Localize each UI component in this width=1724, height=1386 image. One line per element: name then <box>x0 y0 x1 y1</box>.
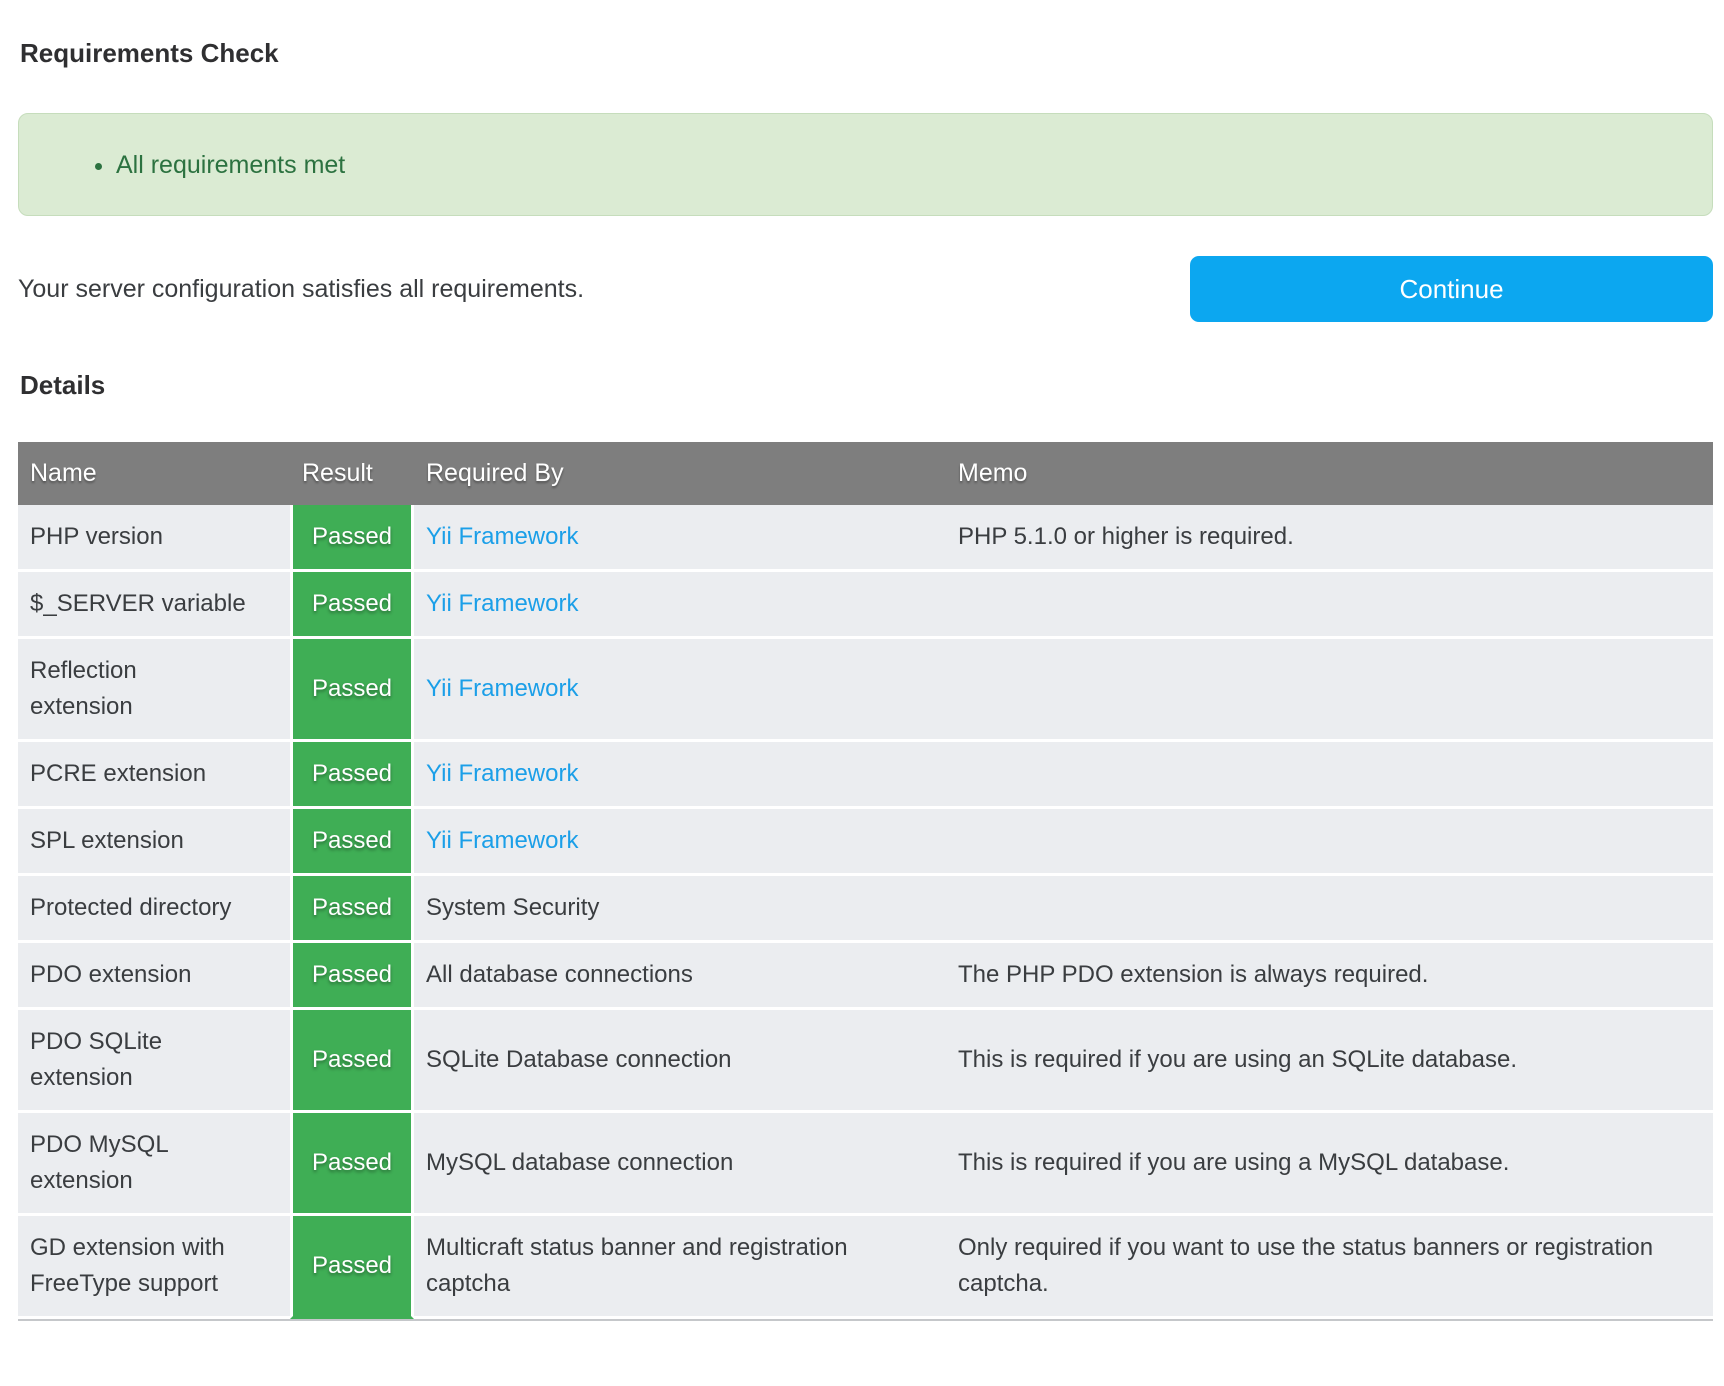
column-header-required-by: Required By <box>414 442 946 505</box>
result-badge: Passed <box>290 639 414 742</box>
memo <box>946 639 1713 742</box>
requirement-name: Protected directory <box>18 876 290 943</box>
requirements-check-page: Requirements Check All requirements met … <box>0 38 1724 1341</box>
memo <box>946 809 1713 876</box>
result-badge: Passed <box>290 809 414 876</box>
requirement-name: Reflectionextension <box>18 639 290 742</box>
requirement-name: GD extension withFreeType support <box>18 1216 290 1319</box>
required-by: Multicraft status banner and registratio… <box>426 1234 848 1297</box>
requirement-name: PDO MySQLextension <box>18 1113 290 1216</box>
required-by: MySQL database connection <box>426 1149 733 1176</box>
details-heading: Details <box>20 370 1713 400</box>
table-row: PDO MySQLextension Passed MySQL database… <box>18 1113 1713 1216</box>
table-header: Name Result Required By Memo <box>18 442 1713 505</box>
continue-button[interactable]: Continue <box>1190 256 1713 322</box>
table-row: $_SERVER variable Passed Yii Framework <box>18 572 1713 639</box>
required-by-link[interactable]: Yii Framework <box>426 760 578 787</box>
result-badge: Passed <box>290 505 414 572</box>
column-header-memo: Memo <box>946 442 1713 505</box>
result-badge: Passed <box>290 876 414 943</box>
result-badge: Passed <box>290 943 414 1010</box>
requirement-name: PDO extension <box>18 943 290 1010</box>
table-bottom-hairline <box>18 1319 1713 1321</box>
success-alert: All requirements met <box>18 113 1713 216</box>
requirement-name: PCRE extension <box>18 742 290 809</box>
memo <box>946 572 1713 639</box>
table-row: Reflectionextension Passed Yii Framework <box>18 639 1713 742</box>
summary-row: Your server configuration satisfies all … <box>18 256 1713 322</box>
page-title: Requirements Check <box>20 38 1713 68</box>
result-badge: Passed <box>290 1216 414 1319</box>
table-row: PCRE extension Passed Yii Framework <box>18 742 1713 809</box>
requirement-name: PDO SQLiteextension <box>18 1010 290 1113</box>
summary-text: Your server configuration satisfies all … <box>18 275 584 304</box>
required-by-link[interactable]: Yii Framework <box>426 590 578 617</box>
required-by: SQLite Database connection <box>426 1046 732 1073</box>
requirement-name: PHP version <box>18 505 290 572</box>
alert-list: All requirements met <box>19 149 345 181</box>
table-row: Protected directory Passed System Securi… <box>18 876 1713 943</box>
result-badge: Passed <box>290 572 414 639</box>
memo: This is required if you are using an SQL… <box>946 1010 1713 1113</box>
table-row: SPL extension Passed Yii Framework <box>18 809 1713 876</box>
required-by: All database connections <box>426 961 693 988</box>
table-row: PHP version Passed Yii Framework PHP 5.1… <box>18 505 1713 572</box>
column-header-result: Result <box>290 442 414 505</box>
requirement-name: $_SERVER variable <box>18 572 290 639</box>
table-row: PDO SQLiteextension Passed SQLite Databa… <box>18 1010 1713 1113</box>
table-row: PDO extension Passed All database connec… <box>18 943 1713 1010</box>
required-by: System Security <box>426 894 599 921</box>
memo: PHP 5.1.0 or higher is required. <box>946 505 1713 572</box>
result-badge: Passed <box>290 1113 414 1216</box>
memo: Only required if you want to use the sta… <box>946 1216 1713 1319</box>
alert-item: All requirements met <box>116 149 345 181</box>
memo: The PHP PDO extension is always required… <box>946 943 1713 1010</box>
memo <box>946 876 1713 943</box>
required-by-link[interactable]: Yii Framework <box>426 675 578 702</box>
table-header-row: Name Result Required By Memo <box>18 442 1713 505</box>
result-badge: Passed <box>290 742 414 809</box>
result-badge: Passed <box>290 1010 414 1113</box>
required-by-link[interactable]: Yii Framework <box>426 523 578 550</box>
table-row: GD extension withFreeType support Passed… <box>18 1216 1713 1319</box>
memo <box>946 742 1713 809</box>
memo: This is required if you are using a MySQ… <box>946 1113 1713 1216</box>
column-header-name: Name <box>18 442 290 505</box>
requirement-name: SPL extension <box>18 809 290 876</box>
requirements-table-body: PHP version Passed Yii Framework PHP 5.1… <box>18 505 1713 1319</box>
requirements-table: Name Result Required By Memo PHP version… <box>18 442 1713 1319</box>
required-by-link[interactable]: Yii Framework <box>426 827 578 854</box>
